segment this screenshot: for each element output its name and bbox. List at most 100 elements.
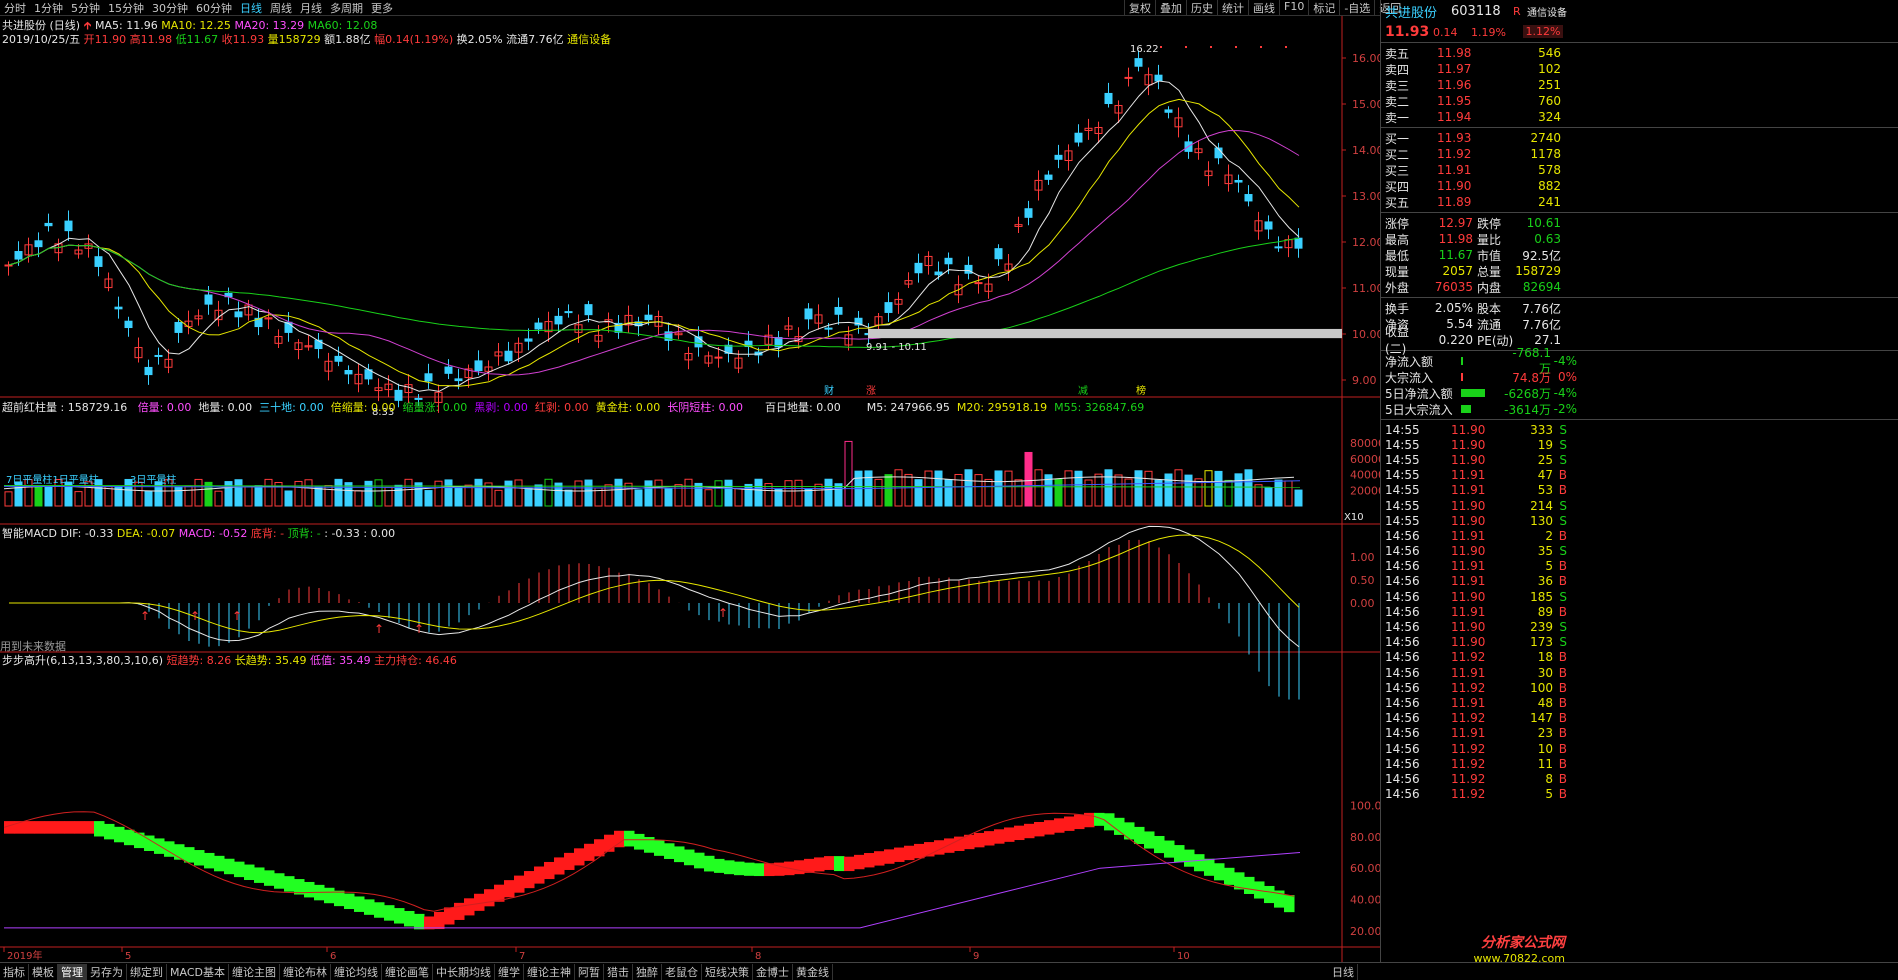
function-button[interactable]: 历史 [1186, 0, 1217, 16]
stats-row: 最低 11.67 市值 92.5亿 [1385, 247, 1894, 263]
volume-overlay-label-2: 3日平量柱 [130, 473, 176, 486]
period-tab[interactable]: 月线 [296, 0, 326, 16]
tick-volume: 5 [1545, 559, 1553, 574]
flow-bar [1461, 357, 1501, 365]
stat-value: 5.54 [1446, 317, 1473, 331]
period-tab[interactable]: 周线 [266, 0, 296, 16]
book-price: 11.96 [1437, 78, 1472, 92]
indicator-tab[interactable]: 老鼠仓 [662, 963, 702, 980]
macd-extra-3: : -0.33 [324, 527, 360, 540]
indicator-tab[interactable]: 阿暂 [575, 963, 604, 980]
indicator-tab[interactable]: 缠论均线 [331, 963, 382, 980]
period-tab[interactable]: 60分钟 [192, 0, 236, 16]
indicator-tab[interactable]: 管理 [58, 963, 87, 980]
signal-dot [1285, 46, 1287, 48]
period-tab[interactable]: 5分钟 [67, 0, 104, 16]
tick-time: 14:56 [1385, 771, 1420, 786]
bbgs-trend-band [914, 843, 925, 859]
function-button[interactable]: 标记 [1308, 0, 1339, 16]
bbgs-trend-band [604, 834, 615, 852]
bbgs-trend-band [1044, 820, 1055, 835]
volume-bar [234, 479, 243, 507]
candle-body [204, 294, 213, 305]
macd-dea: DEA: -0.07 [116, 527, 176, 540]
bbgs-trend-band [634, 833, 645, 850]
bbgs-trend-band [534, 866, 545, 884]
buy-arrow-icon: ↑ [232, 609, 242, 623]
bbgs-trend-band [614, 830, 625, 848]
indicator-tab[interactable]: 黄金线 [793, 963, 833, 980]
candle-body [1274, 246, 1283, 249]
indicator-tab[interactable]: 缠论主神 [524, 963, 575, 980]
function-button[interactable]: 复权 [1124, 0, 1155, 16]
period-tab[interactable]: 1分钟 [30, 0, 67, 16]
candle-body [34, 240, 43, 248]
indicator-tab[interactable]: 猎击 [604, 963, 633, 980]
signal-dot [1185, 46, 1187, 48]
bbgs-trend-band [594, 839, 605, 857]
volume-bar [294, 480, 303, 507]
function-button[interactable]: 叠加 [1155, 0, 1186, 16]
tick-time: 14:56 [1385, 528, 1420, 543]
function-button[interactable]: 画线 [1248, 0, 1279, 16]
function-button[interactable]: -自选 [1339, 0, 1374, 16]
kline-chart[interactable]: 16.00 15.00 14.00 13.00 12.00 11.00 10.00 9.00 9… [0, 16, 1380, 962]
volume-bar [654, 479, 663, 507]
book-row: 卖三 11.96 251 [1385, 77, 1894, 93]
period-tab[interactable]: 30分钟 [148, 0, 192, 16]
period-tab[interactable]: 分时 [0, 0, 30, 16]
indicator-tab[interactable]: 缠论布林 [280, 963, 331, 980]
amount-value: 额1.88亿 [324, 33, 371, 46]
indicator-tab[interactable]: 金博士 [753, 963, 793, 980]
bbgs-trend-band [1264, 885, 1275, 904]
candle-body [314, 339, 323, 350]
stats-block-2: 换手 2.05% 股本 7.76亿 净资 5.54 流通 7.76亿 收益(二) 0.220 PE(… [1381, 297, 1898, 356]
indicator-tab[interactable]: 缠学 [495, 963, 524, 980]
period-tab[interactable]: 15分钟 [104, 0, 148, 16]
indicator-tab[interactable]: 缠论主图 [229, 963, 280, 980]
bbgs-trend-band [684, 849, 695, 866]
indicator-tab[interactable]: 绑定到 [127, 963, 167, 980]
period-tab[interactable]: 日线 [236, 0, 266, 16]
close-value: 收11.93 [221, 33, 265, 46]
indicator-tab[interactable]: 短线决策 [702, 963, 753, 980]
tick-time: 14:56 [1385, 726, 1420, 741]
stat-label: 现量 [1385, 264, 1410, 279]
macd-indicator-name: 智能MACD [2, 527, 57, 540]
volume-value: 量158729 [267, 33, 321, 46]
volume-bar [1104, 469, 1113, 507]
volume-indicator-item: 三十地: 0.00 [259, 401, 324, 414]
function-toolbar: 复权 叠加 历史 统计 画线 F10 标记 -自选 返回 [1124, 0, 1405, 16]
candle-body [944, 257, 953, 265]
tick-volume: 23 [1537, 726, 1553, 741]
period-tab[interactable]: 多周期 [326, 0, 367, 16]
tick-list[interactable]: 14:55 11.90 333 S 14:55 11.90 19 S 14:55 11.90 25 S… [1381, 419, 1898, 804]
indicator-tab[interactable]: MACD基本 [167, 963, 229, 980]
bbgs-low: 低值: 35.49 [309, 654, 371, 667]
indicator-tab[interactable]: 指标 [0, 963, 29, 980]
tick-side: S [1559, 513, 1567, 528]
tick-price: 11.90 [1451, 589, 1486, 604]
period-indicator[interactable]: 日线 [1329, 963, 1358, 980]
flow-pct: -4% [1553, 386, 1577, 400]
book-label: 买三 [1385, 163, 1410, 178]
macd-axis-label: 0.00 [1350, 597, 1375, 610]
indicator-tab[interactable]: 独醉 [633, 963, 662, 980]
period-tab[interactable]: 更多 [367, 0, 397, 16]
signal-dot [1160, 46, 1162, 48]
indicator-tab[interactable]: 另存为 [87, 963, 127, 980]
volume-indicator-item: 地量: 0.00 [198, 401, 253, 414]
bbgs-trend-band [204, 852, 215, 869]
function-button[interactable]: 统计 [1217, 0, 1248, 16]
book-price: 11.95 [1437, 94, 1472, 108]
indicator-tab[interactable]: 缠论画笔 [382, 963, 433, 980]
indicator-tab[interactable]: 中长期均线 [433, 963, 495, 980]
bbgs-trend-band [854, 854, 865, 870]
bbgs-trend-band [74, 821, 85, 834]
function-button[interactable]: F10 [1279, 0, 1308, 16]
bbgs-trend-band [234, 861, 245, 878]
indicator-tab[interactable]: 模板 [29, 963, 58, 980]
volume-bar [1234, 473, 1243, 507]
volume-bar [774, 489, 783, 507]
tick-row: 14:56 11.90 239 S [1385, 619, 1894, 634]
